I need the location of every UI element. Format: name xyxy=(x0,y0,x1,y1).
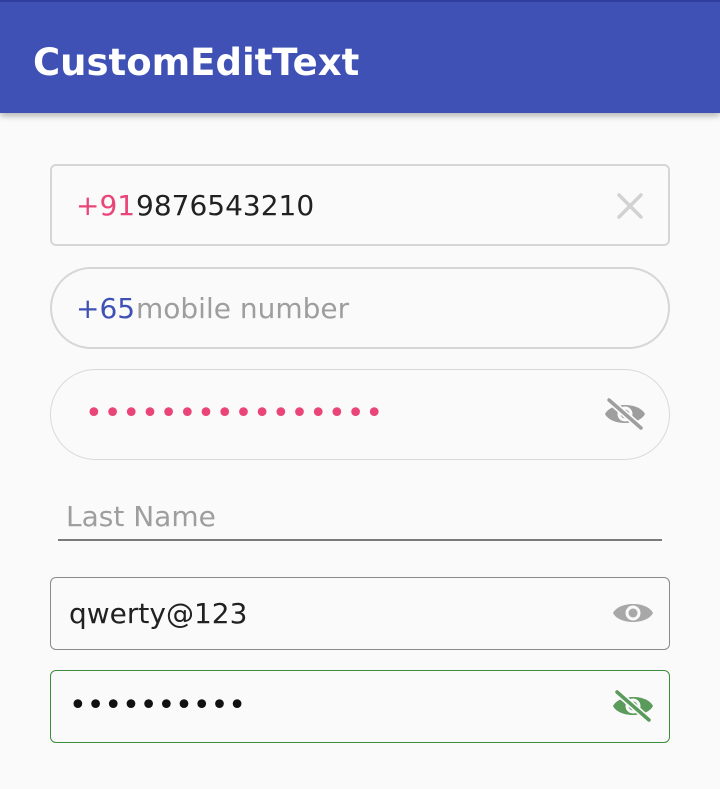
password-input[interactable]: •••••••••• xyxy=(69,671,246,741)
password-field-visible[interactable]: qwerty@123 xyxy=(50,577,670,650)
password-field-masked[interactable]: •••••••••• xyxy=(50,670,670,743)
password-field-rounded[interactable]: •••••••••••••••• xyxy=(50,369,670,460)
last-name-field[interactable]: Last Name xyxy=(58,495,662,541)
phone-input[interactable]: 9876543210 xyxy=(136,188,314,224)
app-title: CustomEditText xyxy=(33,41,360,84)
visibility-off-icon[interactable] xyxy=(603,397,647,431)
clear-icon[interactable] xyxy=(614,190,646,222)
country-code-prefix: +91 xyxy=(76,189,136,222)
password-input[interactable]: •••••••••••••••• xyxy=(85,370,384,458)
phone-field-singapore[interactable]: +65 mobile number xyxy=(50,267,670,349)
visibility-icon[interactable] xyxy=(611,596,655,630)
country-code-prefix: +65 xyxy=(76,292,136,325)
last-name-placeholder[interactable]: Last Name xyxy=(66,499,216,535)
phone-field-india[interactable]: +91 9876543210 xyxy=(50,164,670,246)
visibility-off-icon[interactable] xyxy=(611,689,655,723)
app-bar: CustomEditText xyxy=(0,0,720,113)
mobile-number-placeholder[interactable]: mobile number xyxy=(136,291,349,327)
password-input[interactable]: qwerty@123 xyxy=(69,596,247,632)
